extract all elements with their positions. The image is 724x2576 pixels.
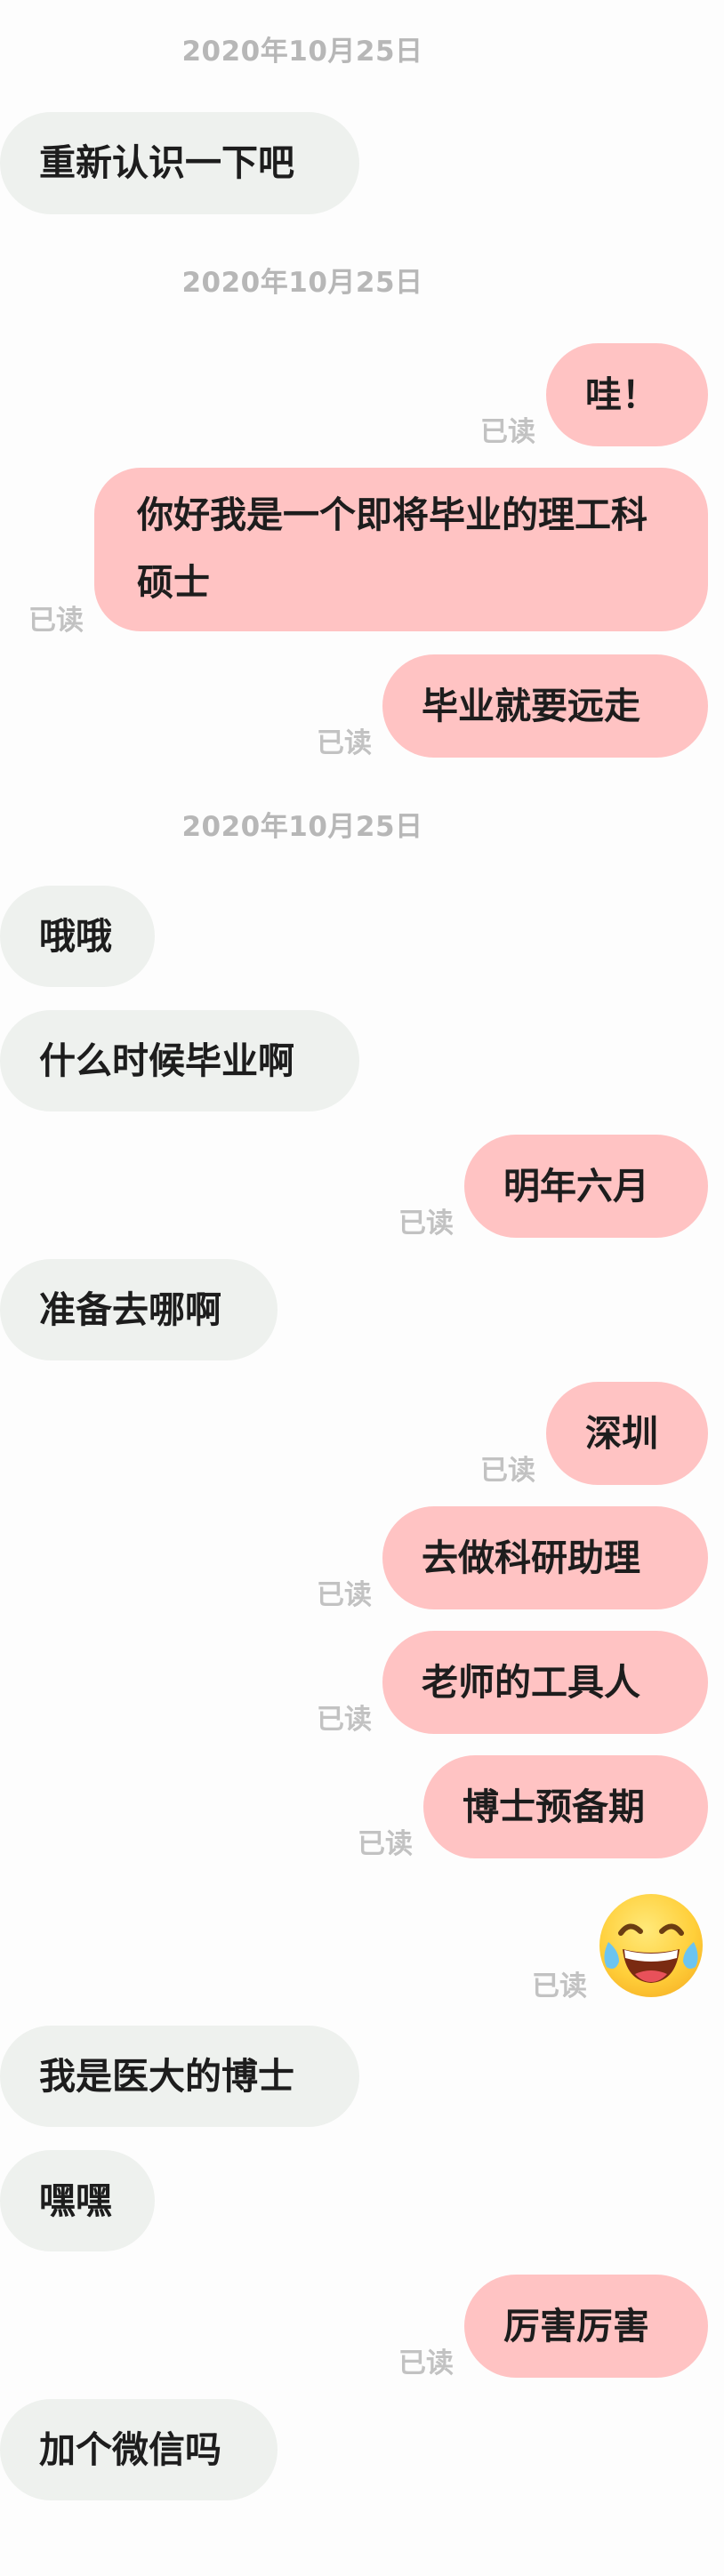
timestamp-divider: 2020年10月25日 xyxy=(181,811,423,843)
received-message-bubble[interactable]: 嘿嘿 xyxy=(0,2150,155,2251)
face-with-tears-of-joy-emoji[interactable] xyxy=(599,1894,703,1997)
read-receipt: 已读 xyxy=(317,727,372,759)
read-receipt: 已读 xyxy=(398,2347,454,2379)
sent-message-bubble[interactable]: 博士预备期 xyxy=(423,1755,708,1858)
chat-thread[interactable]: 2020年10月25日 重新认识一下吧 2020年10月25日 已读 哇！ 已读… xyxy=(0,0,724,2576)
read-receipt: 已读 xyxy=(358,1828,413,1860)
received-message-bubble[interactable]: 什么时候毕业啊 xyxy=(0,1010,359,1111)
laughing-face-icon xyxy=(604,1923,698,1983)
read-receipt: 已读 xyxy=(480,416,535,448)
read-receipt: 已读 xyxy=(480,1455,535,1487)
sent-message-bubble[interactable]: 明年六月 xyxy=(464,1135,708,1238)
sent-message-bubble[interactable]: 去做科研助理 xyxy=(382,1506,708,1609)
received-message-bubble[interactable]: 我是医大的博士 xyxy=(0,2026,359,2127)
read-receipt: 已读 xyxy=(28,605,84,637)
read-receipt: 已读 xyxy=(317,1579,372,1611)
received-message-bubble[interactable]: 哦哦 xyxy=(0,886,155,987)
received-message-bubble[interactable]: 准备去哪啊 xyxy=(0,1259,278,1360)
sent-message-bubble[interactable]: 厉害厉害 xyxy=(464,2275,708,2378)
sent-message-bubble[interactable]: 你好我是一个即将毕业的理工科硕士 xyxy=(94,468,708,631)
read-receipt: 已读 xyxy=(532,1970,587,2002)
received-message-bubble[interactable]: 加个微信吗 xyxy=(0,2399,278,2500)
sent-message-bubble[interactable]: 深圳 xyxy=(546,1382,708,1485)
received-message-bubble[interactable]: 重新认识一下吧 xyxy=(0,112,359,214)
sent-message-bubble[interactable]: 老师的工具人 xyxy=(382,1631,708,1734)
timestamp-divider: 2020年10月25日 xyxy=(181,36,423,68)
read-receipt: 已读 xyxy=(317,1704,372,1736)
sent-message-bubble[interactable]: 哇！ xyxy=(546,343,708,446)
timestamp-divider: 2020年10月25日 xyxy=(181,267,423,299)
sent-message-bubble[interactable]: 毕业就要远走 xyxy=(382,654,708,758)
read-receipt: 已读 xyxy=(398,1208,454,1240)
